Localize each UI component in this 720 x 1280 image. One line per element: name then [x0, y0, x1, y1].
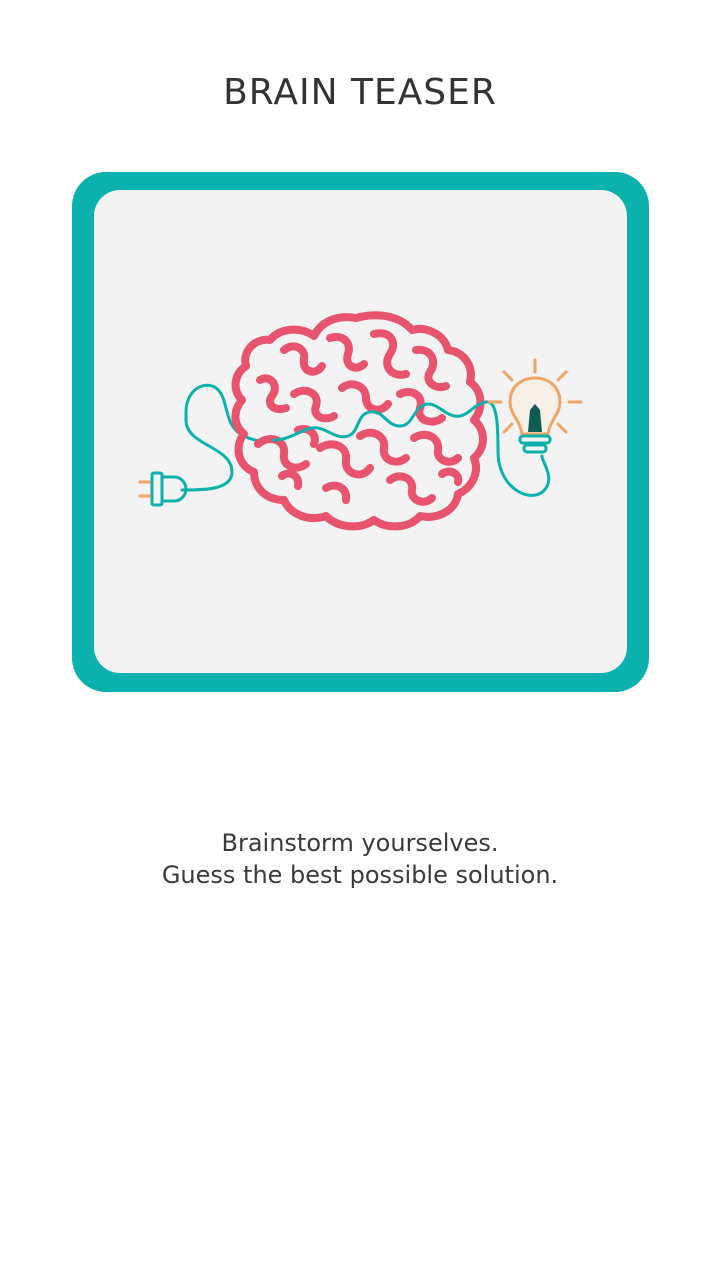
- light-bulb-icon: [487, 358, 583, 454]
- illustration-card-inner: [94, 190, 627, 673]
- brain-illustration: [138, 311, 583, 531]
- power-plug-icon: [138, 471, 188, 507]
- illustration-card: [72, 172, 649, 692]
- screen: BRAIN TEASER Brainstorm yourselves. Gues…: [0, 0, 720, 1280]
- description: Brainstorm yourselves. Guess the best po…: [0, 827, 720, 891]
- page-title: BRAIN TEASER: [223, 72, 497, 113]
- description-line-2: Guess the best possible solution.: [161, 861, 559, 889]
- description-line-1: Brainstorm yourselves.: [221, 829, 499, 857]
